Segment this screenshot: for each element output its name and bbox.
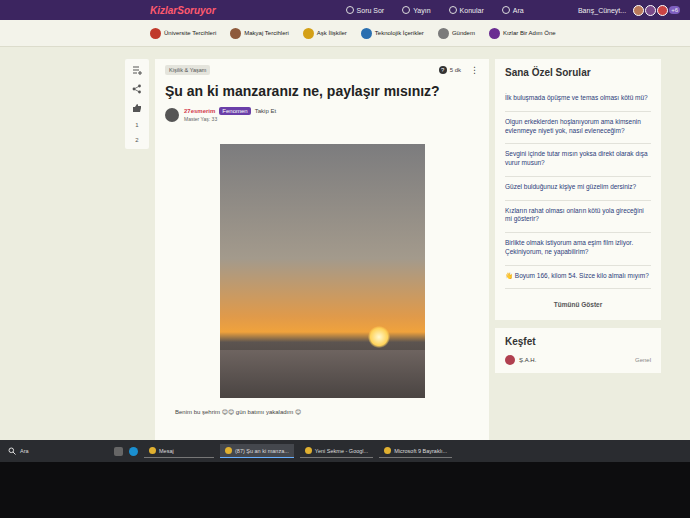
question-link[interactable]: Güzel bulduğunuz kişiye mi güzelim dersi… <box>505 177 651 201</box>
category-icon <box>303 28 314 39</box>
search-icon <box>8 447 16 455</box>
category-tag[interactable]: Kişilik & Yaşam <box>165 65 210 75</box>
like-icon[interactable] <box>132 103 142 113</box>
post-title: Şu an ki manzaranız ne, paylaşır mısınız… <box>165 83 479 99</box>
category-item[interactable]: Teknolojik İçerikler <box>361 28 424 39</box>
suggested-questions: Sana Özel Sorular İlk buluşmada öpüşme v… <box>495 59 661 320</box>
taskbar-search[interactable]: Ara <box>8 447 108 455</box>
post-card: Kişilik & Yaşam ?5 dk ⋮ Şu an ki manzara… <box>155 59 489 440</box>
author-badge: Fenomen <box>219 107 250 115</box>
post-photo[interactable] <box>220 144 425 398</box>
question-link[interactable]: Sevgini içinde tutar mısın yoksa direkt … <box>505 144 651 177</box>
author-name[interactable]: 27esmerim <box>184 108 215 114</box>
category-item[interactable]: Gündem <box>438 28 475 39</box>
main-nav: Soru Sor Yayın Konular Ara <box>346 6 524 14</box>
user-name[interactable]: Barış_Cüneyt... <box>578 7 626 14</box>
taskbar: Ara Mesaj (87) Şu an ki manza... Yeni Sekm… <box>0 440 690 462</box>
nav-item[interactable]: Yayın <box>402 6 430 14</box>
sidebar: Sana Özel Sorular İlk buluşmada öpüşme v… <box>495 59 661 373</box>
logo[interactable]: KizlarSoruyor <box>150 5 216 16</box>
user-area[interactable]: Barış_Cüneyt... +6 <box>578 5 680 16</box>
category-item[interactable]: Makyaj Tercihleri <box>230 28 289 39</box>
monitor-bezel <box>0 462 690 518</box>
question-link[interactable]: 👋 Boyum 166, kilom 54. Sizce kilo almalı… <box>505 266 651 290</box>
post-caption: Benim bu şehrim 😊😊 gün batımı yakaladım … <box>175 408 479 415</box>
edge-icon[interactable] <box>129 447 138 456</box>
post-time: ?5 dk ⋮ <box>439 65 479 75</box>
post-top: Kişilik & Yaşam ?5 dk ⋮ <box>165 65 479 75</box>
user-avatar-icon <box>505 355 515 365</box>
question-link[interactable]: Birlikte olmak istiyorum ama eşim film i… <box>505 233 651 266</box>
nav-icon <box>402 6 410 14</box>
sidebar-title: Sana Özel Sorular <box>505 67 651 78</box>
avatar-icon <box>645 5 656 16</box>
taskbar-item[interactable]: Yeni Sekme - Googl... <box>300 444 373 458</box>
app-icon <box>384 447 391 454</box>
share-icon[interactable] <box>132 84 142 94</box>
rail-count: 2 <box>135 137 138 143</box>
app-icon <box>149 447 156 454</box>
show-all-link[interactable]: Tümünü Göster <box>505 289 651 312</box>
taskbar-item[interactable]: (87) Şu an ki manza... <box>220 444 294 458</box>
nav-icon <box>502 6 510 14</box>
explore-user[interactable]: Ş.A.H. <box>519 357 536 363</box>
author-avatar-icon[interactable] <box>165 108 179 122</box>
follow-button[interactable]: Takip Et <box>255 108 276 114</box>
more-icon[interactable]: ⋮ <box>470 65 479 75</box>
category-bar: Üniversite Tercihleri Makyaj Tercihleri Aş… <box>0 20 690 47</box>
nav-icon <box>346 6 354 14</box>
category-item[interactable]: Aşk İlişkiler <box>303 28 347 39</box>
question-link[interactable]: Kızların rahat olması onların kötü yola … <box>505 201 651 234</box>
author-row: 27esmerim Fenomen Takip Et Master Yaş: 3… <box>165 107 479 122</box>
sun <box>368 326 390 348</box>
nav-item[interactable]: Konular <box>449 6 484 14</box>
category-icon <box>150 28 161 39</box>
rail-count: 1 <box>135 122 138 128</box>
city <box>220 350 425 398</box>
explore-card: Keşfet Ş.A.H. Genel <box>495 328 661 373</box>
action-rail: 12 <box>125 59 149 149</box>
app-icon <box>225 447 232 454</box>
explore-title: Keşfet <box>505 336 651 347</box>
explore-category: Genel <box>635 357 651 363</box>
category-icon <box>361 28 372 39</box>
category-icon <box>230 28 241 39</box>
screen: KizlarSoruyor Soru Sor Yayın Konular Ara Ba… <box>0 0 690 518</box>
avatar-icon <box>633 5 644 16</box>
avatar-count[interactable]: +6 <box>669 6 680 14</box>
author-info: 27esmerim Fenomen Takip Et Master Yaş: 3… <box>184 107 276 122</box>
category-icon <box>438 28 449 39</box>
explore-item[interactable]: Ş.A.H. Genel <box>505 355 651 365</box>
nav-item[interactable]: Ara <box>502 6 524 14</box>
author-meta: Master Yaş: 33 <box>184 116 276 122</box>
taskbar-item[interactable]: Microsoft 9 Bayraklı... <box>379 444 452 458</box>
question-link[interactable]: Olgun erkeklerden hoşlanıyorum ama kimse… <box>505 112 651 145</box>
task-view-icon[interactable] <box>114 447 123 456</box>
add-list-icon[interactable] <box>132 65 142 75</box>
top-bar: KizlarSoruyor Soru Sor Yayın Konular Ara Ba… <box>0 0 690 20</box>
author-line: 27esmerim Fenomen Takip Et <box>184 107 276 115</box>
avatar-icon <box>657 5 668 16</box>
taskbar-item[interactable]: Mesaj <box>144 444 214 458</box>
category-item[interactable]: Kızlar Bir Adım Öne <box>489 28 556 39</box>
category-icon <box>489 28 500 39</box>
help-icon[interactable]: ? <box>439 66 447 74</box>
category-item[interactable]: Üniversite Tercihleri <box>150 28 216 39</box>
app-icon <box>305 447 312 454</box>
content: 12 Kişilik & Yaşam ?5 dk ⋮ Şu an ki manz… <box>0 47 690 440</box>
nav-item[interactable]: Soru Sor <box>346 6 385 14</box>
nav-icon <box>449 6 457 14</box>
question-link[interactable]: İlk buluşmada öpüşme ve temas olması köt… <box>505 88 651 112</box>
